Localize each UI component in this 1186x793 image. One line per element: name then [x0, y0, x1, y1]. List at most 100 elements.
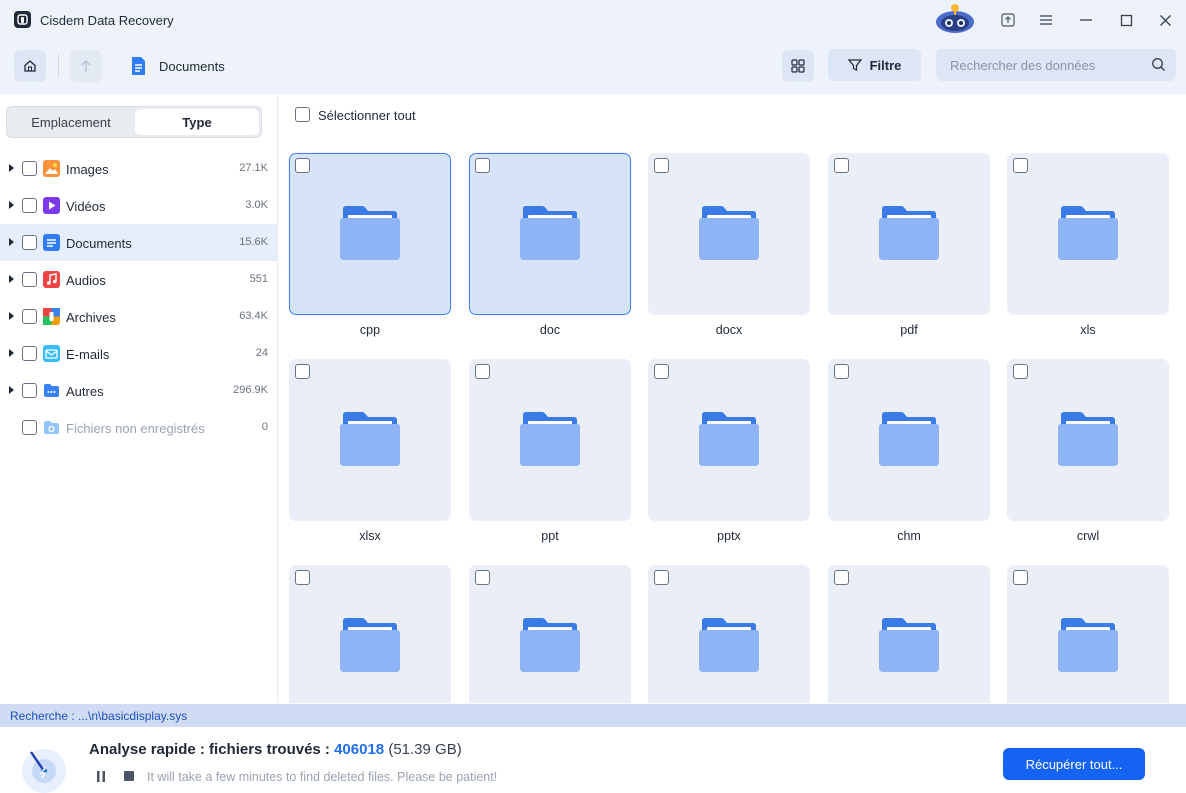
file-type-tile[interactable]: [289, 565, 451, 703]
checkbox[interactable]: [22, 420, 37, 435]
tab-emplacement[interactable]: Emplacement: [9, 109, 133, 135]
checkbox[interactable]: [834, 364, 849, 379]
sidebar-item-images[interactable]: Images 27.1K: [0, 150, 277, 187]
scan-path-bar: Recherche : ...\n\basicdisplay.sys: [0, 704, 1186, 727]
expand-caret-icon[interactable]: [9, 312, 14, 320]
stop-icon[interactable]: [124, 771, 134, 781]
view-mode-switch: Emplacement Type: [6, 106, 262, 138]
tab-type[interactable]: Type: [135, 109, 259, 135]
file-type-tile[interactable]: [648, 153, 810, 315]
file-type-tile[interactable]: [289, 359, 451, 521]
sidebar-item-documents[interactable]: Documents 15.6K: [0, 224, 277, 261]
expand-caret-icon[interactable]: [9, 275, 14, 283]
checkbox[interactable]: [22, 198, 37, 213]
close-icon[interactable]: [1152, 8, 1178, 32]
expand-caret-icon[interactable]: [9, 238, 14, 246]
sidebar-item-videos[interactable]: Vidéos 3.0K: [0, 187, 277, 224]
checkbox[interactable]: [475, 364, 490, 379]
file-type-tile[interactable]: [828, 359, 990, 521]
checkbox[interactable]: [1013, 570, 1028, 585]
robot-mascot-icon[interactable]: [932, 2, 978, 36]
file-type-tile[interactable]: [648, 359, 810, 521]
breadcrumb[interactable]: Documents: [159, 59, 225, 74]
file-type-tile[interactable]: [289, 153, 451, 315]
footer: Analyse rapide : fichiers trouvés : 4060…: [0, 727, 1186, 793]
folder-icon: [698, 617, 760, 673]
folder-icon: [878, 617, 940, 673]
folder-icon: [339, 617, 401, 673]
item-count: 63.4K: [239, 310, 268, 322]
home-button[interactable]: [14, 50, 46, 82]
file-type-tile[interactable]: [648, 565, 810, 703]
file-type-tile[interactable]: [469, 153, 631, 315]
found-count: 406018: [334, 741, 385, 758]
filter-button[interactable]: Filtre: [828, 49, 921, 81]
folder-icon: [698, 411, 760, 467]
folder-icon: [1057, 411, 1119, 467]
search-icon[interactable]: [1151, 57, 1166, 72]
sidebar-item-audios[interactable]: Audios 551: [0, 261, 277, 298]
checkbox[interactable]: [834, 158, 849, 173]
file-type-tile[interactable]: [469, 565, 631, 703]
file-type-tile[interactable]: [1007, 359, 1169, 521]
checkbox[interactable]: [22, 161, 37, 176]
file-type-tile[interactable]: [828, 153, 990, 315]
checkbox[interactable]: [22, 235, 37, 250]
checkbox[interactable]: [295, 570, 310, 585]
checkbox[interactable]: [834, 570, 849, 585]
maximize-icon[interactable]: [1113, 8, 1139, 32]
images-icon: [43, 160, 60, 177]
unsaved-files-icon: [43, 419, 60, 436]
sidebar-item-unsaved-files[interactable]: Fichiers non enregistrés 0: [0, 409, 277, 446]
minimize-icon[interactable]: [1073, 8, 1099, 32]
checkbox[interactable]: [475, 158, 490, 173]
grid-view-button[interactable]: [782, 50, 814, 82]
category-tree: Images 27.1K Vidéos 3.0K Documents 15.6K: [0, 150, 277, 446]
checkbox[interactable]: [654, 158, 669, 173]
scan-progress-icon: [22, 749, 66, 793]
expand-caret-icon[interactable]: [9, 164, 14, 172]
folder-icon: [339, 411, 401, 467]
checkbox[interactable]: [22, 346, 37, 361]
sidebar-item-archives[interactable]: Archives 63.4K: [0, 298, 277, 335]
checkbox[interactable]: [654, 364, 669, 379]
checkbox[interactable]: [1013, 364, 1028, 379]
file-type-tile[interactable]: [469, 359, 631, 521]
checkbox[interactable]: [1013, 158, 1028, 173]
documents-icon: [43, 234, 60, 251]
menu-icon[interactable]: [1033, 8, 1059, 32]
checkbox[interactable]: [295, 158, 310, 173]
tile-label: ppt: [541, 529, 559, 543]
recover-all-button[interactable]: Récupérer tout...: [1003, 748, 1145, 780]
pause-icon[interactable]: [96, 771, 106, 782]
item-count: 0: [261, 421, 268, 433]
item-count: 24: [255, 347, 268, 359]
select-all-checkbox[interactable]: [295, 107, 310, 122]
tile-label: cpp: [359, 323, 381, 337]
checkbox[interactable]: [22, 383, 37, 398]
upgrade-icon[interactable]: [995, 8, 1021, 32]
sidebar-item-emails[interactable]: E-mails 24: [0, 335, 277, 372]
file-type-tile[interactable]: [1007, 153, 1169, 315]
sidebar-item-label: Vidéos: [66, 199, 106, 214]
item-count: 15.6K: [239, 236, 268, 248]
file-type-tile[interactable]: [1007, 565, 1169, 703]
expand-caret-icon[interactable]: [9, 201, 14, 209]
expand-caret-icon[interactable]: [9, 349, 14, 357]
tile-label: xlsx: [359, 529, 381, 543]
checkbox[interactable]: [22, 309, 37, 324]
audios-icon: [43, 271, 60, 288]
scan-summary: Analyse rapide : fichiers trouvés : 4060…: [89, 741, 462, 758]
expand-caret-icon[interactable]: [9, 386, 14, 394]
file-type-tile[interactable]: [828, 565, 990, 703]
checkbox[interactable]: [475, 570, 490, 585]
checkbox[interactable]: [654, 570, 669, 585]
checkbox[interactable]: [295, 364, 310, 379]
search-input[interactable]: [936, 49, 1146, 81]
up-button[interactable]: [70, 50, 102, 82]
videos-icon: [43, 197, 60, 214]
sidebar-item-others[interactable]: Autres 296.9K: [0, 372, 277, 409]
checkbox[interactable]: [22, 272, 37, 287]
select-all-label[interactable]: Sélectionner tout: [318, 108, 416, 123]
folder-icon: [519, 205, 581, 261]
